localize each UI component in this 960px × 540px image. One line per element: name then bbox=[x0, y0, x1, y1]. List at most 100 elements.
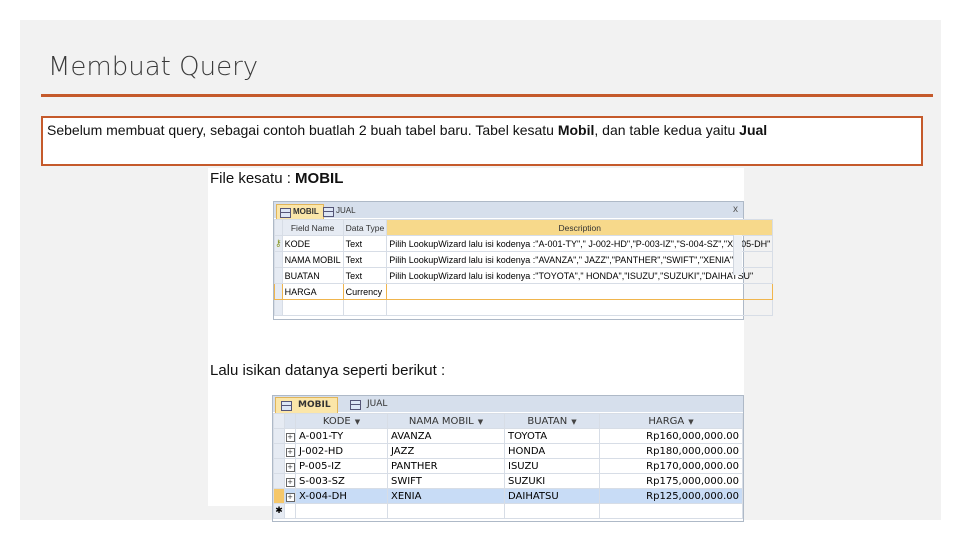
description-cell[interactable] bbox=[386, 283, 774, 300]
design-header-row: Field Name Data Type Description bbox=[274, 219, 774, 236]
tab-mobil[interactable]: MOBIL bbox=[275, 397, 338, 413]
new-record-row: ✱ bbox=[273, 503, 743, 519]
close-icon[interactable]: x bbox=[733, 204, 738, 215]
tab-jual-label: JUAL bbox=[336, 206, 356, 215]
select-all[interactable] bbox=[273, 413, 285, 429]
cell-harga[interactable]: Rp180,000,000.00 bbox=[599, 443, 743, 459]
cell-nama-mobil[interactable]: XENIA bbox=[387, 488, 505, 504]
cell-nama-mobil[interactable]: PANTHER bbox=[387, 458, 505, 474]
cell-kode[interactable]: A-001-TY bbox=[295, 428, 388, 444]
cell-kode[interactable]: S-003-SZ bbox=[295, 473, 388, 489]
cell-buatan[interactable]: SUZUKI bbox=[504, 473, 600, 489]
col-field-name[interactable]: Field Name bbox=[281, 219, 344, 236]
table-row: + S-003-SZ SWIFT SUZUKI Rp175,000,000.00 bbox=[273, 473, 743, 489]
heading-mobil: MOBIL bbox=[295, 170, 344, 187]
sort-arrow-icon[interactable]: ▼ bbox=[688, 418, 693, 426]
expand-icon[interactable]: + bbox=[284, 443, 296, 459]
cell-kode[interactable]: P-005-IZ bbox=[295, 458, 388, 474]
row-selector[interactable] bbox=[274, 267, 283, 284]
vertical-scrollbar[interactable] bbox=[733, 235, 742, 275]
intro-textbox[interactable]: Sebelum membuat query, sebagai contoh bu… bbox=[41, 116, 923, 166]
col-description[interactable]: Description bbox=[386, 219, 774, 236]
expand-icon[interactable]: + bbox=[284, 428, 296, 444]
cell-harga[interactable]: Rp160,000,000.00 bbox=[599, 428, 743, 444]
design-row-empty bbox=[274, 299, 774, 316]
design-row: BUATAN Text Pilih LookupWizard lalu isi … bbox=[274, 267, 774, 284]
row-selector[interactable] bbox=[274, 219, 283, 236]
intro-jual: Jual bbox=[739, 122, 768, 138]
plus-icon: + bbox=[285, 447, 295, 457]
cell-kode[interactable]: J-002-HD bbox=[295, 443, 388, 459]
data-type-cell[interactable] bbox=[342, 299, 388, 316]
datasheet-tab-bar: MOBIL JUAL bbox=[273, 396, 743, 413]
data-type-cell[interactable]: Text bbox=[342, 235, 388, 252]
sort-arrow-icon[interactable]: ▼ bbox=[355, 418, 360, 426]
intro-mobil: Mobil bbox=[557, 122, 595, 138]
intro-text-2: , dan table kedua yaitu bbox=[594, 122, 740, 138]
col-harga[interactable]: HARGA ▼ bbox=[599, 413, 743, 429]
row-selector[interactable] bbox=[273, 443, 285, 459]
row-selector[interactable] bbox=[273, 458, 285, 474]
cell-nama-mobil[interactable] bbox=[387, 503, 505, 519]
field-name-cell[interactable] bbox=[281, 299, 344, 316]
expand-icon[interactable]: + bbox=[284, 473, 296, 489]
cell-nama-mobil[interactable]: AVANZA bbox=[387, 428, 505, 444]
plus-icon: + bbox=[285, 492, 295, 502]
field-name-cell[interactable]: KODE bbox=[281, 235, 344, 252]
heading-file-kesatu-text: File kesatu : bbox=[210, 170, 296, 187]
expand-column-header bbox=[284, 413, 296, 429]
cell-harga[interactable]: Rp175,000,000.00 bbox=[599, 473, 743, 489]
cell-buatan[interactable]: DAIHATSU bbox=[504, 488, 600, 504]
field-name-cell[interactable]: NAMA MOBIL bbox=[281, 251, 344, 268]
field-name-cell[interactable]: BUATAN bbox=[281, 267, 344, 284]
data-type-cell[interactable]: Text bbox=[342, 251, 388, 268]
col-buatan[interactable]: BUATAN ▼ bbox=[504, 413, 600, 429]
datasheet-header-row: KODE ▼ NAMA MOBIL ▼ BUATAN ▼ HARGA ▼ bbox=[273, 413, 743, 429]
datasheet-grid: KODE ▼ NAMA MOBIL ▼ BUATAN ▼ HARGA ▼ + A-001… bbox=[273, 413, 743, 519]
description-cell[interactable]: Pilih LookupWizard lalu isi kodenya :"TO… bbox=[386, 267, 774, 284]
cell-buatan[interactable]: HONDA bbox=[504, 443, 600, 459]
row-selector-current[interactable] bbox=[273, 488, 285, 504]
cell-buatan[interactable]: TOYOTA bbox=[504, 428, 600, 444]
cell-buatan[interactable] bbox=[504, 503, 600, 519]
cell-harga[interactable] bbox=[599, 503, 743, 519]
sort-arrow-icon[interactable]: ▼ bbox=[571, 418, 576, 426]
cell-kode[interactable] bbox=[295, 503, 388, 519]
plus-icon: + bbox=[285, 432, 295, 442]
cell-harga[interactable]: Rp170,000,000.00 bbox=[599, 458, 743, 474]
row-selector[interactable] bbox=[274, 251, 283, 268]
col-kode-label: KODE bbox=[322, 415, 351, 427]
row-selector[interactable] bbox=[273, 473, 285, 489]
tab-jual[interactable]: JUAL bbox=[345, 397, 393, 412]
col-nama-mobil[interactable]: NAMA MOBIL ▼ bbox=[387, 413, 505, 429]
cell-nama-mobil[interactable]: SWIFT bbox=[387, 473, 505, 489]
expand-cell-empty[interactable] bbox=[284, 503, 296, 519]
description-cell[interactable]: Pilih LookupWizard lalu isi kodenya :"AV… bbox=[386, 251, 774, 268]
cell-buatan[interactable]: ISUZU bbox=[504, 458, 600, 474]
sort-arrow-icon[interactable]: ▼ bbox=[478, 418, 483, 426]
row-selector[interactable] bbox=[273, 428, 285, 444]
col-nama-mobil-label: NAMA MOBIL bbox=[408, 415, 474, 427]
expand-icon[interactable]: + bbox=[284, 488, 296, 504]
primary-key-icon[interactable]: ⚷ bbox=[274, 235, 283, 252]
new-record-icon[interactable]: ✱ bbox=[273, 503, 285, 519]
data-type-cell[interactable]: Text bbox=[342, 267, 388, 284]
description-cell[interactable]: Pilih LookupWizard lalu isi kodenya :"A-… bbox=[386, 235, 774, 252]
row-selector[interactable] bbox=[274, 283, 283, 300]
cell-kode[interactable]: X-004-DH bbox=[295, 488, 388, 504]
row-selector[interactable] bbox=[274, 299, 283, 316]
table-row: + A-001-TY AVANZA TOYOTA Rp160,000,000.0… bbox=[273, 428, 743, 444]
col-data-type[interactable]: Data Type bbox=[342, 219, 388, 236]
cell-harga[interactable]: Rp125,000,000.00 bbox=[599, 488, 743, 504]
field-name-cell[interactable]: HARGA bbox=[281, 283, 344, 300]
description-cell[interactable] bbox=[386, 299, 774, 316]
table-icon bbox=[350, 400, 361, 410]
expand-icon[interactable]: + bbox=[284, 458, 296, 474]
col-kode[interactable]: KODE ▼ bbox=[295, 413, 388, 429]
plus-icon: + bbox=[285, 477, 295, 487]
data-type-cell[interactable]: Currency bbox=[342, 283, 388, 300]
cell-nama-mobil[interactable]: JAZZ bbox=[387, 443, 505, 459]
tab-jual[interactable]: JUAL bbox=[320, 204, 360, 218]
tab-mobil[interactable]: MOBIL bbox=[276, 204, 324, 219]
design-tab-bar: MOBIL JUAL x bbox=[274, 202, 743, 219]
